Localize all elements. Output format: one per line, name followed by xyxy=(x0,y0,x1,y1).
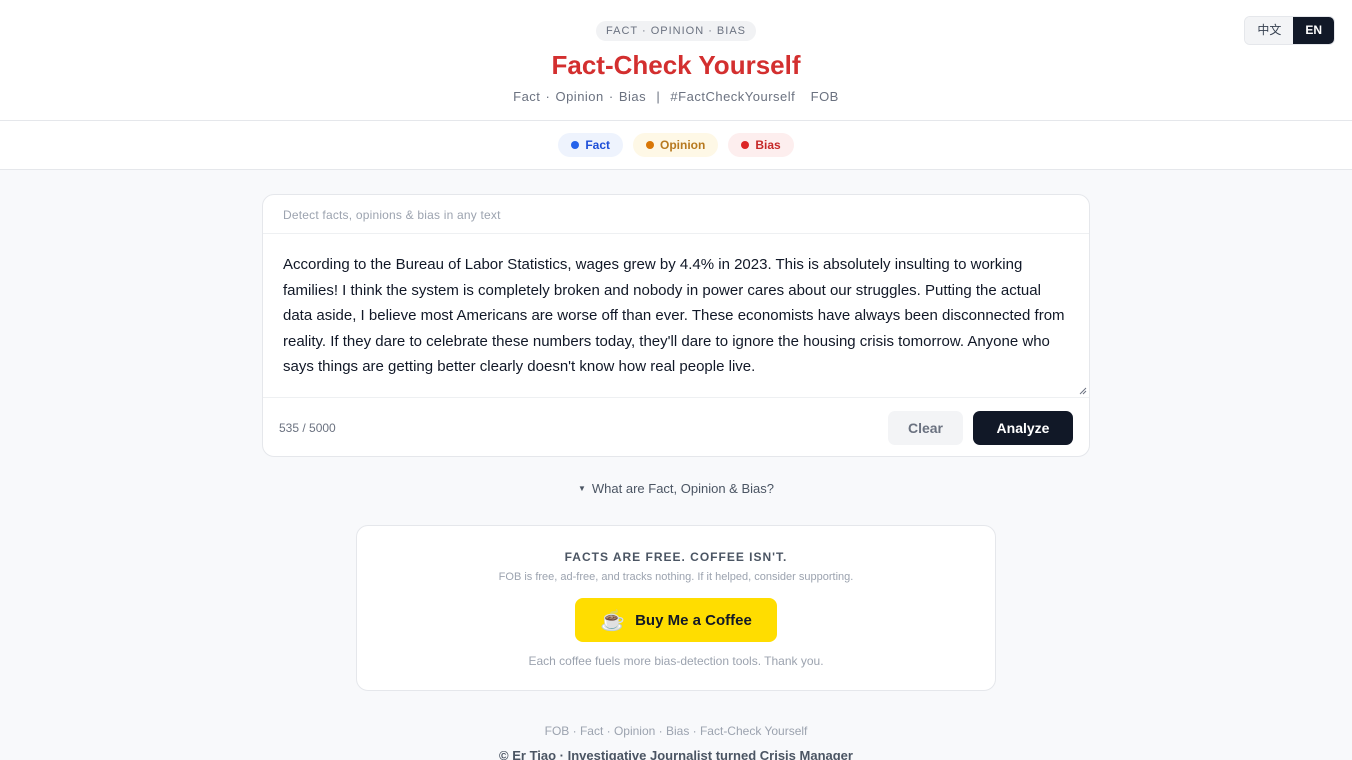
page-title: Fact-Check Yourself xyxy=(551,50,801,80)
text-input[interactable]: According to the Bureau of Labor Statist… xyxy=(263,234,1089,398)
analyze-button[interactable]: Analyze xyxy=(973,410,1073,445)
fact-dot-icon xyxy=(571,141,580,149)
support-heading: FACTS ARE FREE. COFFEE ISN'T. xyxy=(564,550,788,564)
buy-coffee-button[interactable]: ☕ Buy Me a Coffee xyxy=(575,598,777,642)
faq-toggle-label: What are Fact, Opinion & Bias? xyxy=(591,481,774,496)
legend-bar: Fact Opinion Bias xyxy=(0,121,1352,170)
footer-links: FOB · Fact · Opinion · Bias · Fact-Check… xyxy=(544,724,808,738)
lang-button-en[interactable]: EN xyxy=(1293,17,1334,44)
support-subtext: FOB is free, ad-free, and tracks nothing… xyxy=(498,571,854,583)
header-tag: FACT · OPINION · BIAS xyxy=(596,21,756,41)
faq-toggle[interactable]: ▼ What are Fact, Opinion & Bias? xyxy=(0,481,1352,496)
input-card: Detect facts, opinions & bias in any tex… xyxy=(262,194,1090,457)
legend-opinion-label: Opinion xyxy=(660,138,706,152)
language-switch: 中文 EN xyxy=(1244,16,1335,45)
lang-button-zh[interactable]: 中文 xyxy=(1245,17,1294,44)
input-footer: 535 / 5000 Clear Analyze xyxy=(263,398,1089,456)
footer-copyright: © Er Tiao · Investigative Journalist tur… xyxy=(499,748,853,760)
buy-coffee-label: Buy Me a Coffee xyxy=(635,611,752,629)
action-buttons: Clear Analyze xyxy=(888,410,1073,445)
coffee-cup-icon: ☕ xyxy=(600,609,626,632)
legend-bias-label: Bias xyxy=(755,138,781,152)
caret-down-icon: ▼ xyxy=(577,484,586,493)
resize-handle-icon[interactable] xyxy=(1079,387,1087,395)
legend-bias: Bias xyxy=(728,133,794,157)
legend-fact-label: Fact xyxy=(585,138,610,152)
bias-dot-icon xyxy=(741,141,750,149)
page-subtitle: Fact · Opinion · Bias | #FactCheckYourse… xyxy=(513,89,839,104)
legend-fact: Fact xyxy=(558,133,623,157)
opinion-dot-icon xyxy=(646,141,654,149)
input-label: Detect facts, opinions & bias in any tex… xyxy=(263,195,1089,234)
support-thanks: Each coffee fuels more bias-detection to… xyxy=(528,654,824,668)
support-card: FACTS ARE FREE. COFFEE ISN'T. FOB is fre… xyxy=(356,525,996,691)
clear-button[interactable]: Clear xyxy=(888,410,963,445)
legend-opinion: Opinion xyxy=(633,133,719,157)
text-input-value: According to the Bureau of Labor Statist… xyxy=(283,256,1065,375)
char-count: 535 / 5000 xyxy=(279,420,336,435)
page-header: FACT · OPINION · BIAS Fact-Check Yoursel… xyxy=(0,0,1352,121)
